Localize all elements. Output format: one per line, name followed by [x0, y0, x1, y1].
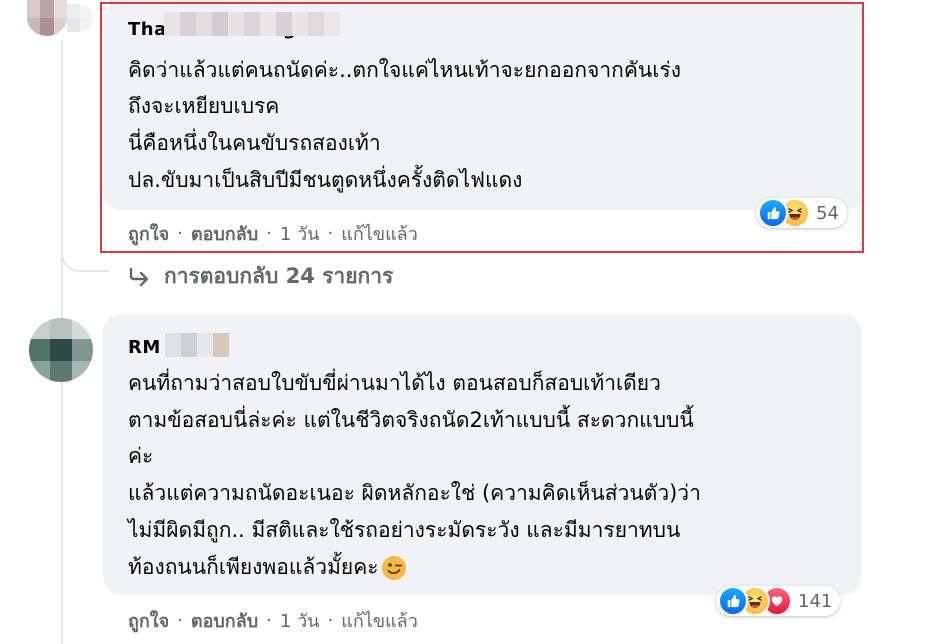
separator: · — [327, 610, 334, 631]
wink-emoji-icon — [381, 555, 407, 581]
comment-text-line: ค่ะ — [128, 444, 154, 468]
redaction-blur — [164, 12, 340, 36]
comment-actions: ถูกใจ · ตอบกลับ · 1 วัน · แก้ไขแล้ว — [128, 606, 418, 635]
reply-arrow-icon — [128, 267, 150, 287]
comment-text-line: ท้องถนนก็เพียงพอแล้วมั้ยคะ — [128, 549, 407, 586]
separator: · — [177, 223, 183, 244]
edited-label[interactable]: แก้ไขแล้ว — [341, 219, 418, 248]
like-button[interactable]: ถูกใจ — [128, 606, 169, 635]
comment-text-line: ไม่มีผิดมีถูก.. มีสติและใช้รถอย่างระมัดร… — [128, 518, 681, 542]
view-replies-link[interactable]: การตอบกลับ 24 รายการ — [128, 260, 393, 293]
comment-text-line: คิดว่าแล้วแต่คนถนัดค่ะ..ตกใจแค่ไหนเท้าจะ… — [128, 58, 681, 82]
comment-text-line: ปล.ขับมาเป็นสิบปีมีชนตูดหนึ่งครั้งติดไฟแ… — [128, 168, 523, 192]
like-icon — [718, 586, 748, 616]
comment-text-line-content: ท้องถนนก็เพียงพอแล้วมั้ยคะ — [128, 555, 379, 579]
reaction-count: 54 — [816, 202, 839, 224]
reply-button[interactable]: ตอบกลับ — [191, 219, 258, 248]
comment-text-line: ถึงจะเหยียบเบรค — [128, 94, 280, 118]
avatar[interactable] — [29, 318, 93, 382]
reaction-summary[interactable]: 54 — [756, 198, 847, 228]
reaction-summary[interactable]: 141 — [716, 586, 841, 616]
redaction-blur — [165, 333, 229, 357]
comment-text-line: ตามข้อสอบนี่ล่ะค่ะ แต่ในชีวิตจริงถนัด2เท… — [128, 408, 694, 432]
reaction-count: 141 — [798, 590, 833, 612]
comment-author[interactable]: RM — [128, 337, 161, 358]
edited-label[interactable]: แก้ไขแล้ว — [341, 606, 418, 635]
comment-actions: ถูกใจ · ตอบกลับ · 1 วัน · แก้ไขแล้ว — [128, 219, 418, 248]
comment-text-line: นี่คือหนึ่งในคนขับรถสองเท้า — [128, 131, 381, 155]
avatar[interactable] — [27, 0, 67, 36]
avatar-blur-edge — [67, 4, 93, 32]
thread-connector — [61, 236, 109, 272]
separator: · — [177, 610, 183, 631]
separator: · — [266, 610, 272, 631]
reply-button[interactable]: ตอบกลับ — [191, 606, 258, 635]
separator: · — [327, 223, 334, 244]
comment-text-line: แล้วแต่ความถนัดอะเนอะ ผิดหลักอะใช่ (ความ… — [128, 481, 701, 505]
separator: · — [266, 223, 272, 244]
comment-text-line: คนที่ถามว่าสอบใบขับขี่ผ่านมาได้ไง ตอนสอบ… — [128, 371, 661, 395]
timestamp-link[interactable]: 1 วัน — [280, 606, 320, 635]
like-icon — [758, 198, 788, 228]
view-replies-label: การตอบกลับ 24 รายการ — [164, 264, 394, 288]
like-button[interactable]: ถูกใจ — [128, 219, 169, 248]
timestamp-link[interactable]: 1 วัน — [280, 219, 320, 248]
